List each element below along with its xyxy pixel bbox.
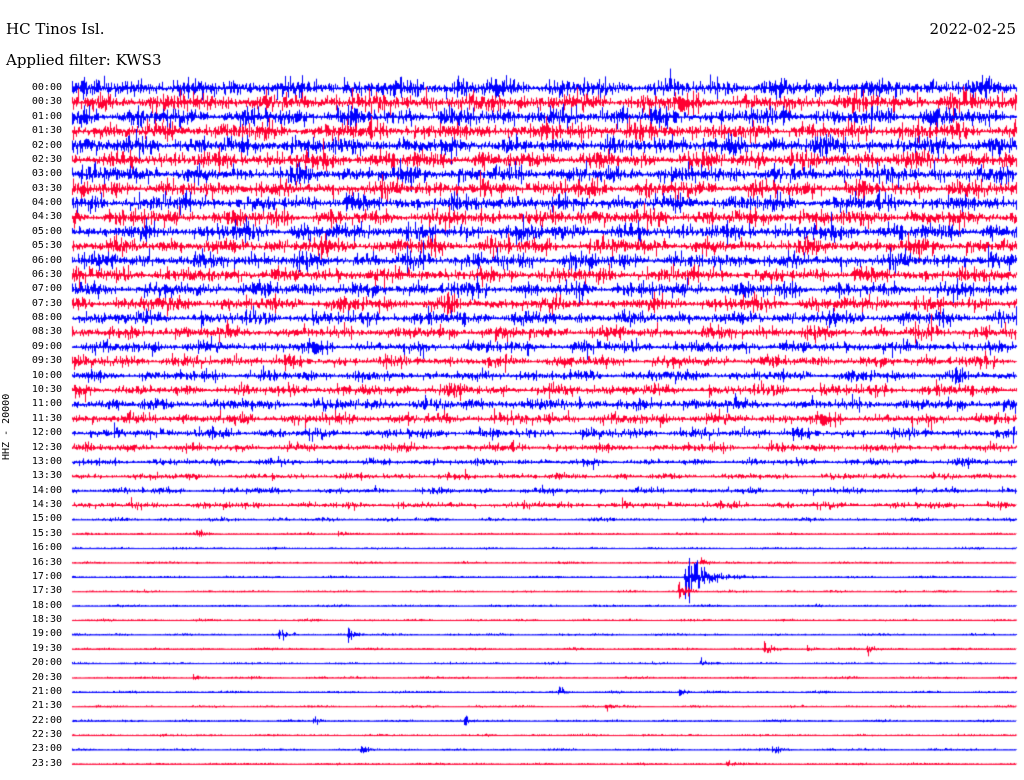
time-label: 18:30	[31, 614, 62, 626]
time-label: 17:30	[31, 585, 62, 597]
time-label: 22:30	[31, 729, 62, 741]
time-label: 03:30	[31, 182, 62, 194]
applied-filter: Applied filter: KWS3	[6, 51, 162, 69]
time-label: 17:00	[31, 570, 62, 582]
time-label: 11:30	[31, 412, 62, 424]
time-label: 01:30	[31, 125, 62, 137]
time-label: 15:30	[31, 527, 62, 539]
time-label: 02:00	[31, 139, 62, 151]
time-label: 20:00	[31, 657, 62, 669]
time-label: 08:30	[31, 326, 62, 338]
station-name: HC Tinos Isl.	[6, 20, 105, 38]
time-label: 00:30	[31, 96, 62, 108]
time-label: 12:00	[31, 427, 62, 439]
time-label: 04:30	[31, 211, 62, 223]
time-label: 11:00	[31, 398, 62, 410]
time-label: 02:30	[31, 153, 62, 165]
time-label: 04:00	[31, 197, 62, 209]
time-label: 14:30	[31, 499, 62, 511]
time-label: 13:30	[31, 470, 62, 482]
time-label: 10:00	[31, 369, 62, 381]
seismogram-plot	[0, 0, 1024, 780]
time-label: 22:00	[31, 714, 62, 726]
time-label: 19:00	[31, 628, 62, 640]
time-label: 15:00	[31, 513, 62, 525]
time-label: 12:30	[31, 441, 62, 453]
time-label: 08:00	[31, 312, 62, 324]
time-label: 05:30	[31, 240, 62, 252]
time-label: 23:30	[31, 757, 62, 769]
time-label: 13:00	[31, 455, 62, 467]
time-label: 09:00	[31, 340, 62, 352]
time-label: 16:30	[31, 556, 62, 568]
time-label: 21:00	[31, 685, 62, 697]
time-label: 00:00	[31, 82, 62, 93]
time-label: 16:00	[31, 542, 62, 554]
time-label: 05:00	[31, 225, 62, 237]
time-label: 23:00	[31, 743, 62, 755]
time-label: 07:30	[31, 297, 62, 309]
time-label: 19:30	[31, 642, 62, 654]
time-label: 20:30	[31, 671, 62, 683]
time-label: 09:30	[31, 355, 62, 367]
record-date: 2022-02-25	[929, 20, 1016, 38]
time-label: 10:30	[31, 383, 62, 395]
time-label: 14:00	[31, 484, 62, 496]
time-label: 06:30	[31, 268, 62, 280]
time-label: 18:00	[31, 599, 62, 611]
time-label: 01:00	[31, 110, 62, 122]
time-label: 21:30	[31, 700, 62, 712]
time-label: 03:00	[31, 168, 62, 180]
time-label: 06:00	[31, 254, 62, 266]
time-label: 07:00	[31, 283, 62, 295]
